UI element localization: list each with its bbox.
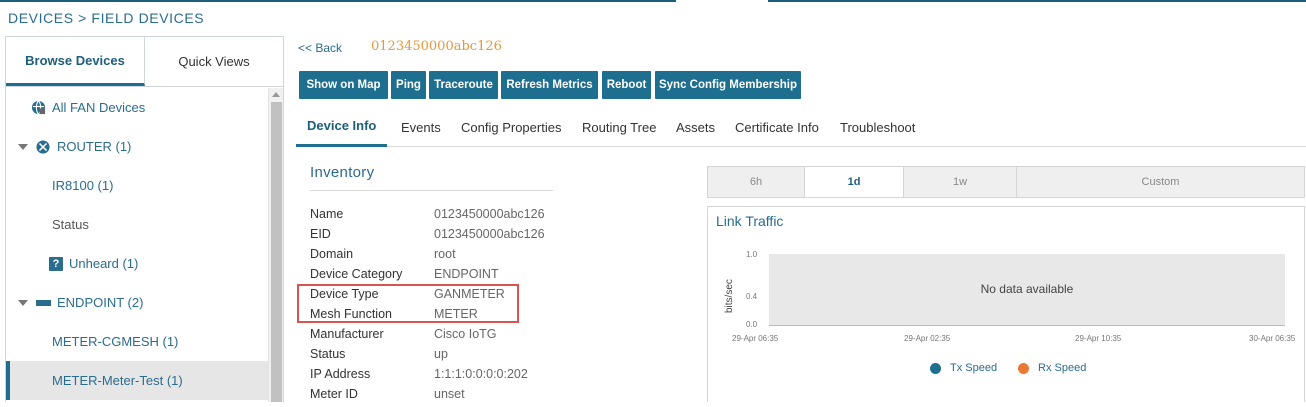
tree-item-label: IR8100 (1) <box>52 178 114 193</box>
sidebar-scrollbar[interactable] <box>268 88 283 402</box>
legend-tx-speed[interactable]: Tx Speed <box>930 362 997 374</box>
range-custom[interactable]: Custom <box>1017 167 1304 197</box>
reboot-button[interactable]: Reboot <box>602 71 651 99</box>
show-on-map-button[interactable]: Show on Map <box>299 71 388 99</box>
caret-down-icon[interactable] <box>18 143 28 150</box>
sync-config-membership-button[interactable]: Sync Config Membership <box>655 71 801 99</box>
x-tick-label: 30-Apr 06:35 <box>1249 334 1296 343</box>
tree-item-label: METER-Meter-Test (1) <box>52 373 183 388</box>
tree-item-meter-meter-test[interactable]: METER-Meter-Test (1) <box>6 361 269 400</box>
sidebar-tabs: Browse Devices Quick Views <box>6 37 283 87</box>
inventory-key: Meter ID <box>310 387 358 401</box>
inventory-key: Device Category <box>310 267 403 281</box>
range-1w[interactable]: 1w <box>904 167 1017 197</box>
time-range-selector: 6h 1d 1w Custom <box>707 166 1305 198</box>
device-browser-sidebar: Browse Devices Quick Views All FAN Devic… <box>5 36 284 402</box>
divider <box>310 190 553 191</box>
tab-certificate-info[interactable]: Certificate Info <box>735 107 819 147</box>
inventory-key: Status <box>310 347 346 361</box>
y-tick-label: 0.0 <box>746 320 758 329</box>
scrollbar-thumb[interactable] <box>271 102 282 402</box>
tab-device-info[interactable]: Device Info <box>296 107 388 147</box>
inventory-value: unset <box>434 387 465 401</box>
back-link[interactable]: << Back <box>298 41 342 55</box>
tree-item-label: All FAN Devices <box>52 100 146 115</box>
tree-item-label: Unheard (1) <box>69 256 139 271</box>
breadcrumb: DEVICES > FIELD DEVICES <box>8 10 205 26</box>
range-1d[interactable]: 1d <box>805 167 904 197</box>
tree-item-status[interactable]: Status <box>6 205 269 244</box>
inventory-value: up <box>434 347 448 361</box>
inventory-key: EID <box>310 227 331 241</box>
tree-item-meter-cgmesh[interactable]: METER-CGMESH (1) <box>6 322 269 361</box>
inventory-key: Domain <box>310 247 354 261</box>
tab-assets[interactable]: Assets <box>676 107 715 147</box>
device-title: 0123450000abc126 <box>371 39 502 54</box>
tree-item-all-fan-devices[interactable]: All FAN Devices <box>6 88 269 127</box>
inventory-value: Cisco IoTG <box>434 327 497 341</box>
tab-troubleshoot[interactable]: Troubleshoot <box>840 107 915 147</box>
top-accent-line <box>768 0 1306 2</box>
tree-item-router[interactable]: ROUTER (1) <box>6 127 269 166</box>
chart-title: Link Traffic <box>716 213 784 229</box>
tab-routing-tree[interactable]: Routing Tree <box>582 107 656 147</box>
range-6h[interactable]: 6h <box>708 167 805 197</box>
legend-label: Tx Speed <box>950 362 998 374</box>
tab-quick-views[interactable]: Quick Views <box>145 37 283 86</box>
link-traffic-panel: Link Traffic bits/sec 1.0 0.4 0.0 No dat… <box>707 206 1305 402</box>
inventory-value: 0123450000abc126 <box>434 207 545 221</box>
traceroute-button[interactable]: Traceroute <box>429 71 498 99</box>
highlight-box <box>297 284 519 323</box>
inventory-key: IP Address <box>310 367 371 381</box>
y-axis-label: bits/sec <box>724 279 735 313</box>
device-tabs: Device Info Events Config Properties Rou… <box>296 107 1306 147</box>
x-tick-label: 29-Apr 02:35 <box>904 334 951 343</box>
tree-item-ir8100[interactable]: IR8100 (1) <box>6 166 269 205</box>
y-tick-label: 1.0 <box>746 250 758 259</box>
device-tree: All FAN Devices ROUTER (1) IR8100 (1) St… <box>6 88 269 402</box>
inventory-value: 1:1:1:0:0:0:0:202 <box>434 367 528 381</box>
legend-dot-icon <box>930 362 941 374</box>
inventory-value: root <box>434 247 456 261</box>
legend-label: Rx Speed <box>1038 362 1087 374</box>
y-tick-label: 0.4 <box>746 292 758 301</box>
top-accent-line <box>0 0 676 2</box>
tab-events[interactable]: Events <box>401 107 441 147</box>
no-data-message: No data available <box>980 282 1074 296</box>
tree-item-endpoint[interactable]: ENDPOINT (2) <box>6 283 269 322</box>
inventory-value: 0123450000abc126 <box>434 227 545 241</box>
legend-rx-speed[interactable]: Rx Speed <box>1018 362 1086 374</box>
globe-icon <box>31 100 46 115</box>
tree-item-label: METER-CGMESH (1) <box>52 334 179 349</box>
tree-item-label: Status <box>52 217 89 232</box>
x-tick-label: 29-Apr 10:35 <box>1075 334 1122 343</box>
caret-down-icon[interactable] <box>18 299 28 306</box>
inventory-title: Inventory <box>310 164 375 181</box>
scroll-up-arrow-icon[interactable] <box>272 92 280 97</box>
refresh-metrics-button[interactable]: Refresh Metrics <box>501 71 598 99</box>
router-icon <box>36 139 50 154</box>
question-icon: ? <box>49 256 63 271</box>
tree-item-label: ENDPOINT (2) <box>57 295 144 310</box>
inventory-key: Manufacturer <box>310 327 384 341</box>
legend-dot-icon <box>1018 362 1029 374</box>
inventory-value: ENDPOINT <box>434 267 499 281</box>
tab-browse-devices[interactable]: Browse Devices <box>6 37 145 86</box>
ping-button[interactable]: Ping <box>391 71 426 99</box>
x-tick-label: 29-Apr 06:35 <box>732 334 779 343</box>
tree-item-unheard[interactable]: ? Unheard (1) <box>6 244 269 283</box>
tree-item-label: ROUTER (1) <box>57 139 132 154</box>
x-axis-line <box>769 325 1285 326</box>
tab-config-properties[interactable]: Config Properties <box>461 107 561 147</box>
inventory-key: Name <box>310 207 344 221</box>
endpoint-icon <box>36 299 51 306</box>
